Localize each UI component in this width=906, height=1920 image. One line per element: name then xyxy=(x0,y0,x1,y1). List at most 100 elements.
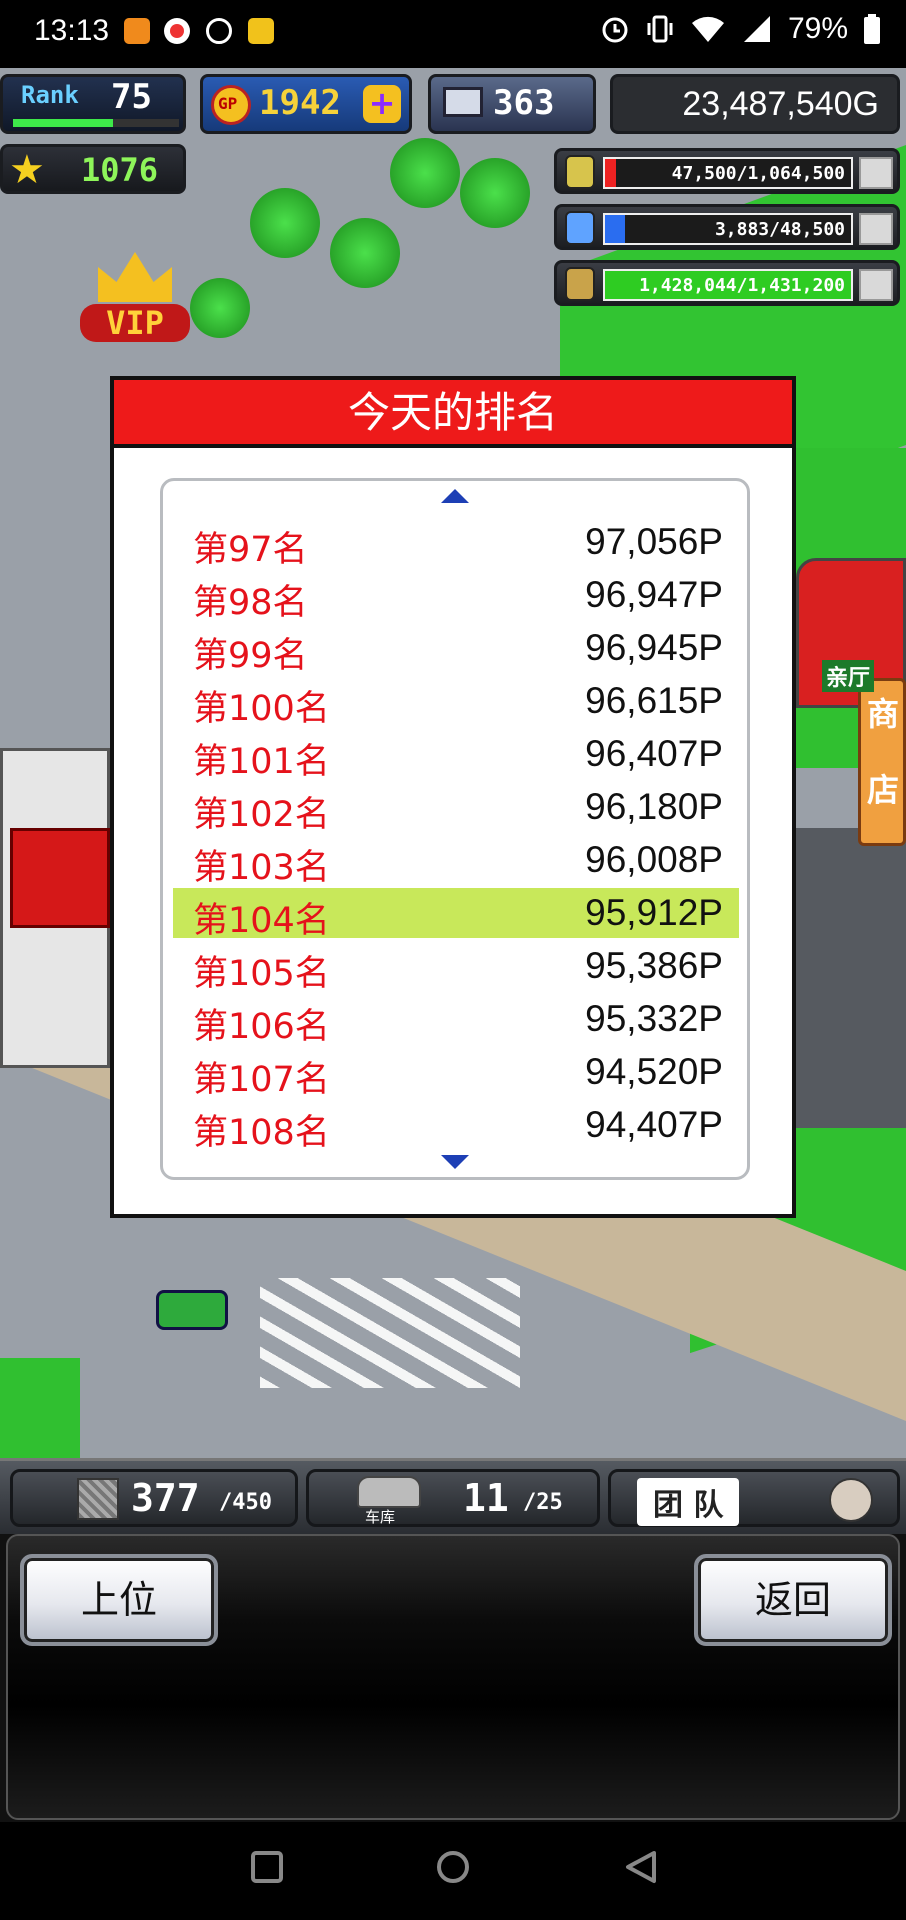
resource-track: 1,428,044/1,431,200 xyxy=(603,269,853,301)
rank-points: 96,008P xyxy=(585,839,723,880)
pit-area xyxy=(796,828,906,1128)
alarm-icon xyxy=(602,17,628,43)
shop-sign[interactable]: 商 店 xyxy=(858,678,906,846)
gp-value: 1942 xyxy=(259,83,341,123)
money-value: 23,487,540G xyxy=(682,85,879,123)
storage-counter[interactable]: 377 /450 xyxy=(10,1469,298,1527)
star-value: 1076 xyxy=(81,151,159,189)
vip-badge[interactable]: VIP xyxy=(80,252,190,352)
ranking-row[interactable]: 第99名 96,945P xyxy=(173,623,739,676)
computer-value: 363 xyxy=(493,83,555,123)
star-icon: ★ xyxy=(9,147,45,193)
resource-value: 47,500/1,064,500 xyxy=(671,163,845,184)
rank-points: 95,386P xyxy=(585,945,723,986)
ranking-row[interactable]: 第106名 95,332P xyxy=(173,994,739,1047)
app-notification-icon xyxy=(248,18,274,44)
rank-points: 94,407P xyxy=(585,1104,723,1145)
garage-label: 车库 xyxy=(365,1508,396,1526)
rank-panel: Rank 75 xyxy=(0,74,186,134)
resource-end-cap xyxy=(859,213,893,245)
ranking-row[interactable]: 第97名 97,056P xyxy=(173,517,739,570)
rank-position: 第102名 xyxy=(193,795,330,835)
resource-fill xyxy=(605,159,617,187)
ranking-row[interactable]: 第104名 95,912P xyxy=(173,888,739,941)
scroll-up-icon[interactable] xyxy=(441,489,469,503)
rank-position: 第101名 xyxy=(193,742,330,782)
rank-position: 第106名 xyxy=(193,1007,330,1047)
battery-percent: 79% xyxy=(787,12,848,45)
command-area: 上位 返回 xyxy=(6,1534,900,1820)
coin-stack-icon xyxy=(565,155,595,189)
rank-points: 96,615P xyxy=(585,680,723,721)
rank-position: 第107名 xyxy=(193,1060,330,1100)
crate-icon xyxy=(77,1478,119,1520)
rank-points: 94,520P xyxy=(585,1051,723,1092)
vip-label: VIP xyxy=(80,304,190,342)
system-nav-bar xyxy=(0,1822,906,1920)
battery-icon xyxy=(864,14,880,44)
rank-position: 第103名 xyxy=(193,848,330,888)
home-circle-icon[interactable] xyxy=(434,1850,472,1888)
rank-points: 96,407P xyxy=(585,733,723,774)
ranking-row[interactable]: 第98名 96,947P xyxy=(173,570,739,623)
palm-tree xyxy=(250,188,320,258)
rank-points: 95,912P xyxy=(585,892,723,933)
app-notification-icon xyxy=(124,18,150,44)
gp-panel[interactable]: GP 1942 + xyxy=(200,74,412,134)
rank-points: 96,945P xyxy=(585,627,723,668)
status-time: 13:13 xyxy=(34,14,110,47)
rank-position: 第97名 xyxy=(193,530,308,570)
ranking-row[interactable]: 第108名 94,407P xyxy=(173,1100,739,1153)
back-triangle-icon[interactable] xyxy=(624,1850,658,1884)
ranking-row[interactable]: 第102名 96,180P xyxy=(173,782,739,835)
rank-points: 97,056P xyxy=(585,521,723,562)
rank-position: 第108名 xyxy=(193,1113,330,1153)
storage-max: /450 xyxy=(219,1490,272,1515)
palm-tree xyxy=(330,218,400,288)
resource-bar: 1,428,044/1,431,200 xyxy=(554,260,900,306)
rank-position: 第98名 xyxy=(193,583,308,623)
computer-panel: 363 xyxy=(428,74,596,134)
grass-area xyxy=(0,1358,80,1458)
hall-sign: 亲厅 xyxy=(822,660,875,692)
top-rank-button[interactable]: 上位 xyxy=(20,1554,218,1646)
rank-points: 96,947P xyxy=(585,574,723,615)
palm-tree xyxy=(190,278,250,338)
back-button[interactable]: 返回 xyxy=(694,1554,892,1646)
resource-track: 47,500/1,064,500 xyxy=(603,157,853,189)
scroll-down-icon[interactable] xyxy=(441,1155,469,1169)
ranking-row[interactable]: 第100名 96,615P xyxy=(173,676,739,729)
rank-value: 75 xyxy=(111,77,152,117)
resource-value: 3,883/48,500 xyxy=(714,219,845,240)
ranking-list[interactable]: 第97名 97,056P 第98名 96,947P 第99名 96,945P 第100名 96… xyxy=(160,478,750,1180)
dialog-title: 今天的排名 xyxy=(114,380,792,448)
go-kart[interactable] xyxy=(156,1290,228,1330)
recents-square-icon[interactable] xyxy=(250,1850,284,1884)
palm-tree xyxy=(390,138,460,208)
rank-position: 第99名 xyxy=(193,636,308,676)
money-panel: 23,487,540G xyxy=(610,74,900,134)
wifi-icon xyxy=(691,16,724,42)
star-panel: ★ 1076 xyxy=(0,144,186,194)
resource-end-cap xyxy=(859,157,893,189)
garage-counter[interactable]: 车库 11 /25 xyxy=(306,1469,600,1527)
resource-bar: 3,883/48,500 xyxy=(554,204,900,250)
ranking-row[interactable]: 第107名 94,520P xyxy=(173,1047,739,1100)
shop-sign-char: 商 xyxy=(867,695,900,733)
add-gp-button[interactable]: + xyxy=(363,85,401,123)
signal-icon xyxy=(743,16,770,42)
ranking-dialog: 今天的排名 第97名 97,056P 第98名 96,947P 第99名 96,945P 第… xyxy=(110,376,796,1218)
crosswalk xyxy=(260,1278,520,1388)
bottom-panel: 377 /450 车库 11 /25 团 队 上位 返回 xyxy=(0,1458,906,1822)
app-notification-icon xyxy=(206,18,232,44)
resource-end-cap xyxy=(859,269,893,301)
garage-car-icon xyxy=(357,1476,421,1508)
ranking-row[interactable]: 第103名 96,008P xyxy=(173,835,739,888)
ranking-row[interactable]: 第105名 95,386P xyxy=(173,941,739,994)
rank-progress-bar xyxy=(13,119,179,127)
rank-label: Rank xyxy=(21,81,79,109)
team-counter[interactable]: 团 队 xyxy=(608,1469,900,1527)
wheat-icon xyxy=(565,267,595,301)
ranking-row[interactable]: 第101名 96,407P xyxy=(173,729,739,782)
rank-position: 第104名 xyxy=(193,901,330,941)
